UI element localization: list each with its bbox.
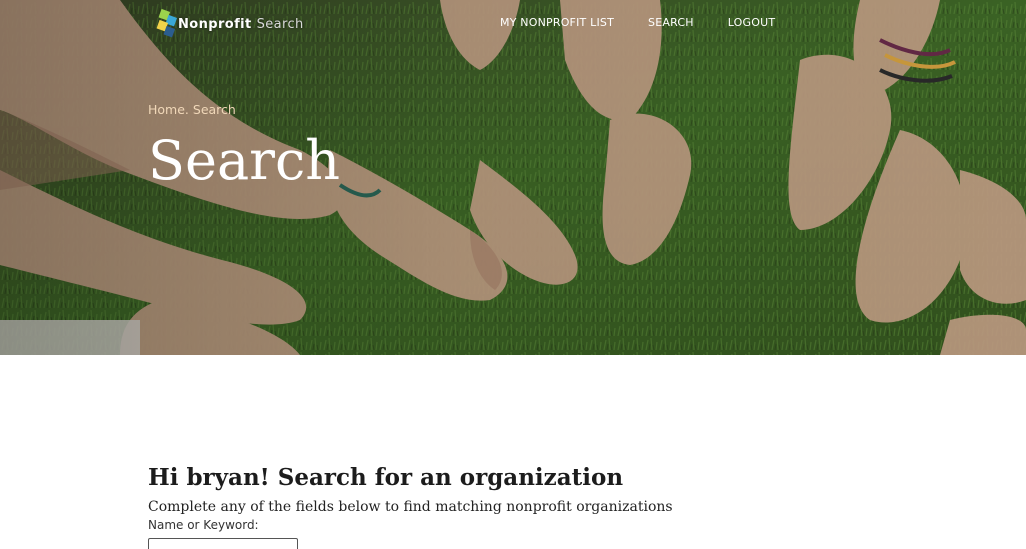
- logo-text-main: Nonprofit: [178, 16, 252, 32]
- breadcrumb: Home. Search: [148, 102, 236, 117]
- hero-banner: Nonprofit Search MY NONPROFIT LIST SEARC…: [0, 0, 1026, 355]
- main-nav: MY NONPROFIT LIST SEARCH LOGOUT: [500, 16, 809, 30]
- puzzle-logo-icon: [156, 8, 180, 40]
- site-logo[interactable]: Nonprofit Search: [156, 6, 304, 42]
- breadcrumb-home[interactable]: Home: [148, 102, 185, 117]
- logo-text-tail: Search: [256, 16, 304, 32]
- nav-logout[interactable]: LOGOUT: [728, 16, 776, 30]
- search-section: Hi bryan! Search for an organization Com…: [148, 462, 888, 549]
- nav-search[interactable]: SEARCH: [648, 16, 694, 30]
- site-logo-text: Nonprofit Search: [178, 17, 304, 32]
- name-keyword-label: Name or Keyword:: [148, 518, 259, 532]
- nav-my-nonprofit-list[interactable]: MY NONPROFIT LIST: [500, 16, 614, 30]
- page-title: Search: [148, 129, 340, 192]
- breadcrumb-current: Search: [192, 102, 236, 117]
- search-greeting: Hi bryan! Search for an organization: [148, 464, 624, 491]
- name-keyword-input[interactable]: [148, 538, 298, 549]
- breadcrumb-separator: .: [184, 102, 189, 117]
- search-instructions: Complete any of the fields below to find…: [148, 499, 673, 515]
